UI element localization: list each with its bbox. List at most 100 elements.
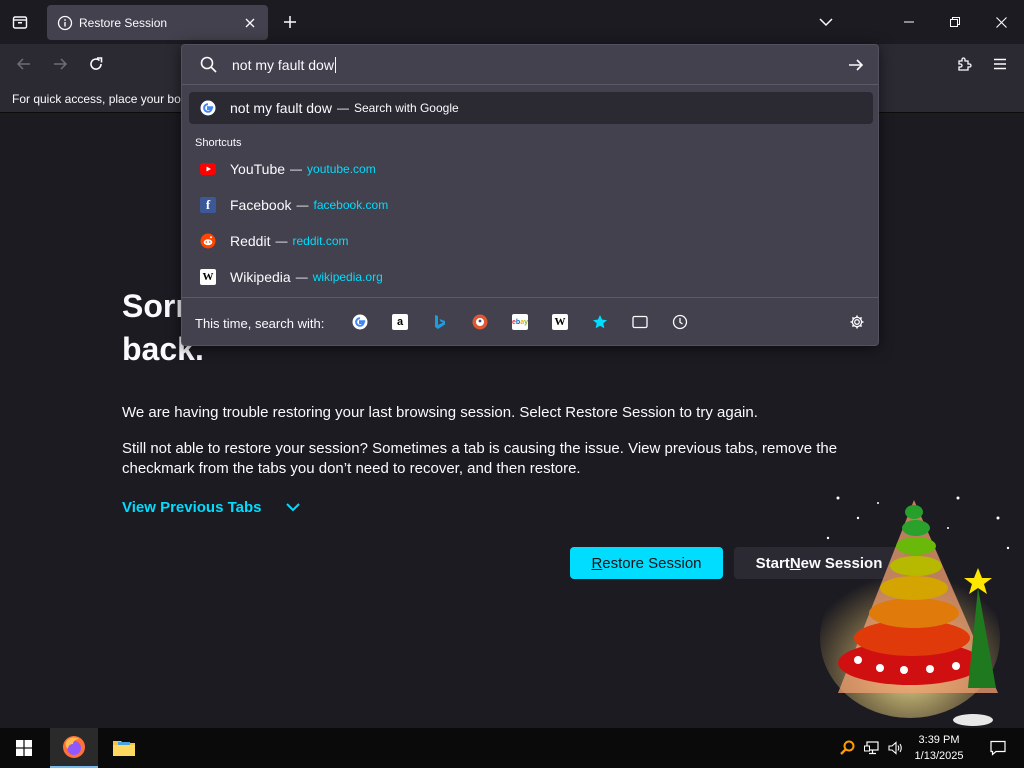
firefox-view-icon xyxy=(12,16,28,29)
puzzle-icon xyxy=(958,57,972,71)
tab-title: Restore Session xyxy=(79,15,168,30)
wikipedia-icon: W xyxy=(200,269,216,285)
shortcuts-heading: Shortcuts xyxy=(195,137,242,149)
facebook-icon: f xyxy=(200,197,216,213)
help-description: Still not able to restore your session? … xyxy=(122,440,838,477)
duckduckgo-icon[interactable] xyxy=(468,310,492,334)
chevron-down-icon xyxy=(285,503,300,512)
restore-label-post: estore Session xyxy=(602,554,702,572)
shortcut-wikipedia[interactable]: W Wikipedia — wikipedia.org xyxy=(189,261,873,293)
list-all-tabs-button[interactable] xyxy=(812,8,840,36)
extensions-button[interactable] xyxy=(950,50,978,78)
shortcut-youtube[interactable]: YouTube — youtube.com xyxy=(189,153,873,185)
shortcut-separator: — xyxy=(275,234,288,248)
shortcut-url: youtube.com xyxy=(307,162,376,176)
go-button[interactable] xyxy=(844,53,868,77)
shortcut-title: YouTube xyxy=(230,161,286,177)
shortcut-facebook[interactable]: f Facebook — facebook.com xyxy=(189,189,873,221)
bookmarks-star-icon[interactable] xyxy=(588,310,612,334)
taskbar-firefox[interactable] xyxy=(50,728,98,768)
folder-icon xyxy=(113,741,135,756)
firefox-icon xyxy=(63,736,85,758)
shortcut-title: Reddit xyxy=(230,233,271,249)
network-status-icon xyxy=(864,741,879,755)
back-button[interactable] xyxy=(10,50,38,78)
shortcut-reddit[interactable]: Reddit — reddit.com xyxy=(189,225,873,257)
speaker-icon xyxy=(888,741,902,755)
christmas-tree-decoration xyxy=(818,488,1024,728)
amazon-icon[interactable]: a xyxy=(388,310,412,334)
arrow-left-icon xyxy=(16,58,30,70)
clock-time: 3:39 PM xyxy=(918,734,960,746)
shortcut-title: Facebook xyxy=(230,197,292,213)
forward-button[interactable] xyxy=(46,50,74,78)
close-icon xyxy=(245,18,255,27)
arrow-right-icon xyxy=(849,59,864,71)
error-description: We are having trouble restoring your las… xyxy=(122,404,758,421)
youtube-icon xyxy=(200,161,216,177)
clock-date: 1/13/2025 xyxy=(914,750,964,762)
new-session-label-pre: Start xyxy=(755,554,790,572)
search-with-label: This time, search with: xyxy=(195,316,325,331)
network-icon[interactable] xyxy=(860,728,884,768)
volume-icon[interactable] xyxy=(884,728,908,768)
close-tab-button[interactable] xyxy=(238,11,262,35)
windows-logo-icon xyxy=(16,740,32,756)
restore-window-button[interactable] xyxy=(932,0,978,44)
taskbar-file-explorer[interactable] xyxy=(100,728,148,768)
shortcut-url: wikipedia.org xyxy=(312,270,383,284)
restore-label-accesskey: R xyxy=(591,554,603,572)
info-icon xyxy=(57,15,73,31)
bookmarks-hint-text: For quick access, place your boo xyxy=(12,92,188,106)
shortcut-title: Wikipedia xyxy=(230,269,291,285)
google-icon xyxy=(200,100,216,116)
bing-icon[interactable] xyxy=(428,310,452,334)
magnifier-icon xyxy=(840,740,855,755)
wikipedia-icon[interactable]: W xyxy=(548,310,572,334)
minimize-icon xyxy=(904,21,914,23)
app-menu-button[interactable] xyxy=(986,50,1014,78)
shortcut-separator: — xyxy=(290,162,303,176)
start-button[interactable] xyxy=(0,728,48,768)
reddit-icon xyxy=(200,233,216,249)
tab-restore-session[interactable]: Restore Session xyxy=(47,5,268,40)
history-icon[interactable] xyxy=(668,310,692,334)
gear-icon[interactable] xyxy=(845,310,869,334)
restore-window-icon xyxy=(950,17,960,27)
plus-icon xyxy=(284,16,296,28)
firefox-view-button[interactable] xyxy=(6,8,34,36)
shortcut-url: facebook.com xyxy=(313,198,389,212)
restore-session-button[interactable]: Restore Session xyxy=(570,547,723,579)
suggestion-query: not my fault dow xyxy=(230,100,332,116)
google-icon[interactable] xyxy=(348,310,372,334)
close-icon xyxy=(995,16,1007,28)
arrow-right-icon xyxy=(54,58,68,70)
new-tab-button[interactable] xyxy=(276,8,304,36)
tab-strip: Restore Session xyxy=(0,0,1024,44)
suggestion-separator: — xyxy=(336,101,349,115)
view-previous-tabs-label: View Previous Tabs xyxy=(122,499,262,516)
minimize-button[interactable] xyxy=(886,0,932,44)
ebay-icon[interactable]: ebay xyxy=(508,310,532,334)
address-input-value: not my fault dow xyxy=(232,57,334,73)
notification-icon xyxy=(990,740,1006,756)
action-center-button[interactable] xyxy=(974,728,1022,768)
one-off-search-buttons: This time, search with: a ebay W xyxy=(182,297,878,345)
text-caret xyxy=(334,57,336,73)
chevron-down-icon xyxy=(819,18,833,27)
address-input[interactable]: not my fault dow xyxy=(232,57,336,73)
hamburger-menu-icon xyxy=(994,58,1006,70)
reload-button[interactable] xyxy=(82,50,110,78)
search-suggestion-google[interactable]: not my fault dow — Search with Google xyxy=(189,92,873,124)
tabs-icon[interactable] xyxy=(628,310,652,334)
windows-taskbar: 3:39 PM 1/13/2025 xyxy=(0,728,1024,768)
reload-icon xyxy=(90,57,103,70)
tray-search-icon[interactable] xyxy=(834,728,860,768)
close-window-button[interactable] xyxy=(978,0,1024,44)
shortcut-separator: — xyxy=(296,198,309,212)
view-previous-tabs-toggle[interactable]: View Previous Tabs xyxy=(122,499,300,516)
system-clock[interactable]: 3:39 PM 1/13/2025 xyxy=(908,732,970,764)
new-session-label-accesskey: N xyxy=(789,554,801,572)
suggestion-action: Search with Google xyxy=(353,101,459,115)
address-bar[interactable]: not my fault dow xyxy=(182,45,878,85)
